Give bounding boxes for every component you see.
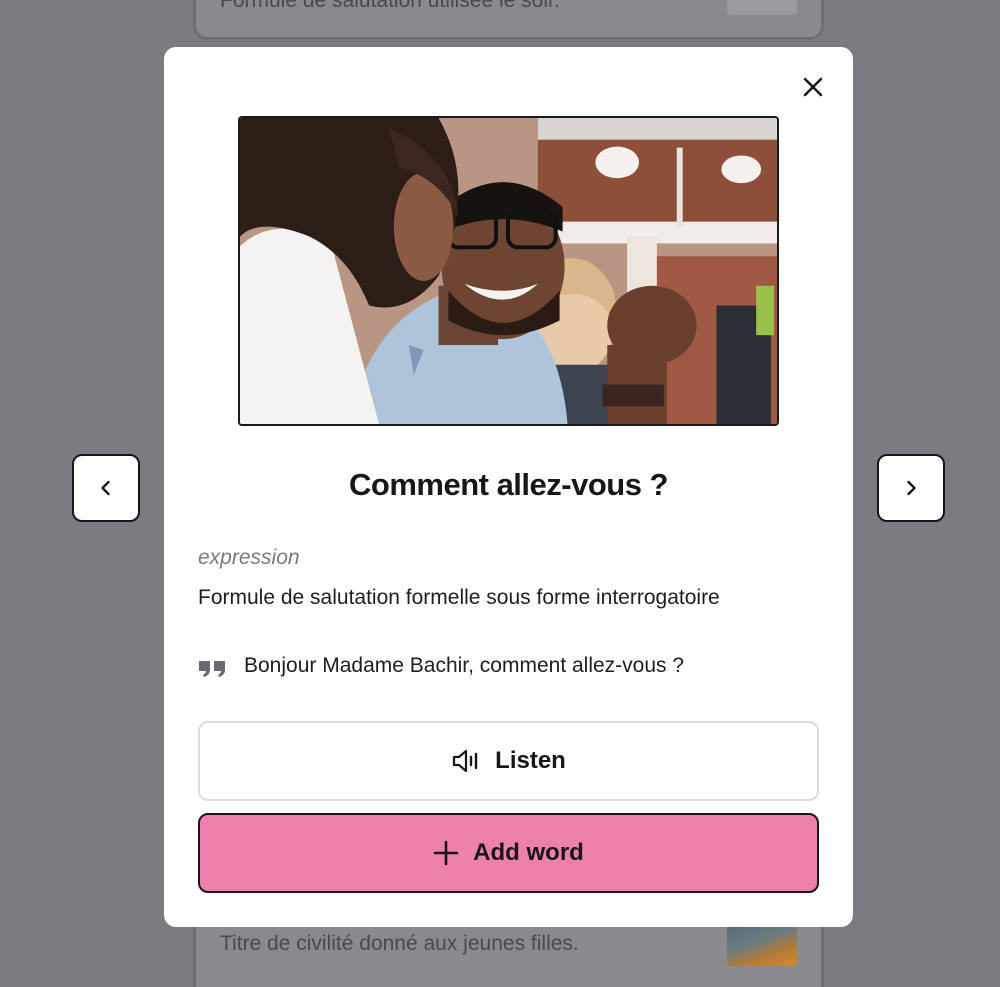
example-text: Bonjour Madame Bachir, comment allez-vou… xyxy=(244,654,685,677)
background-card-top: Formule de salutation utilisée le soir. xyxy=(193,0,824,40)
background-card-thumbnail xyxy=(727,0,797,15)
word-type-label: expression xyxy=(198,546,300,569)
plus-icon xyxy=(433,840,459,866)
background-card-text: Formule de salutation utilisée le soir. xyxy=(220,0,560,12)
chevron-left-icon xyxy=(101,480,110,496)
speaker-icon xyxy=(453,749,478,773)
word-detail-modal: Comment allez-vous ? expression Formule … xyxy=(164,47,853,927)
chevron-right-icon xyxy=(907,480,916,496)
close-icon xyxy=(803,77,823,97)
example-sentence: Bonjour Madame Bachir, comment allez-vou… xyxy=(198,654,684,678)
quote-icon xyxy=(199,661,225,677)
next-button[interactable] xyxy=(877,454,945,522)
listen-button[interactable]: Listen xyxy=(198,721,819,801)
add-word-button[interactable]: Add word xyxy=(198,813,819,893)
previous-button[interactable] xyxy=(72,454,140,522)
word-illustration-photo xyxy=(238,116,779,426)
word-definition: Formule de salutation formelle sous form… xyxy=(198,586,720,609)
add-word-label: Add word xyxy=(473,839,584,866)
word-title: Comment allez-vous ? xyxy=(349,467,669,502)
close-button[interactable] xyxy=(797,71,829,103)
listen-label: Listen xyxy=(495,747,566,774)
background-card-text: Titre de civilité donné aux jeunes fille… xyxy=(220,932,579,955)
